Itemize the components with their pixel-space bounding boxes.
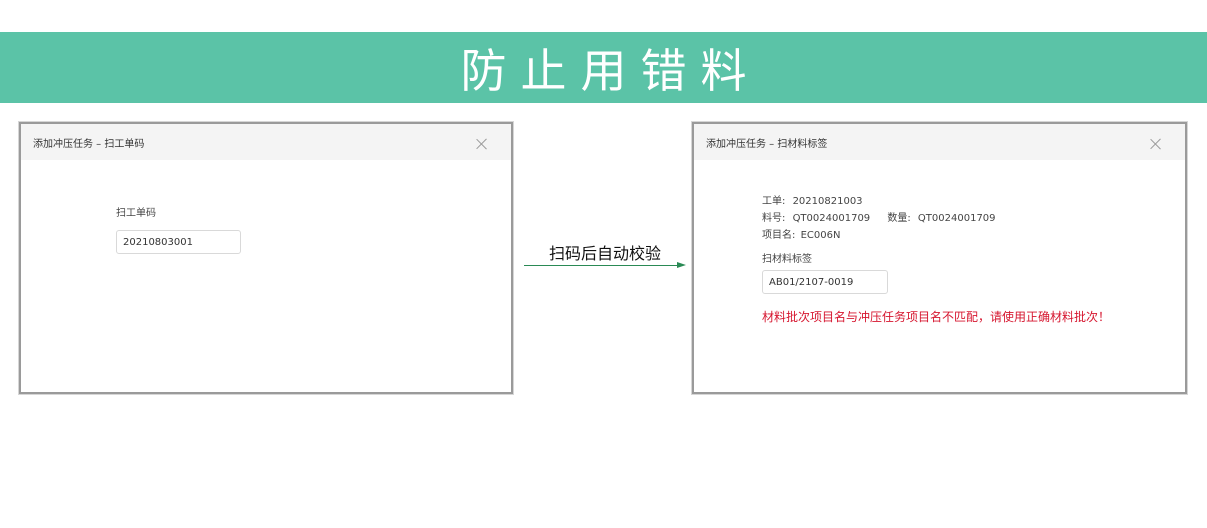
work-order-value: 20210821003 <box>792 196 863 207</box>
part-info: 料号: QT0024001709 数量: QT0024001709 <box>762 209 996 224</box>
project-info: 项目名: EC006N <box>762 226 840 241</box>
material-label-field-label: 扫材料标签 <box>762 254 812 265</box>
work-order-input[interactable] <box>116 230 241 254</box>
part-no-label: 料号: <box>762 213 786 224</box>
dialog-header: 添加冲压任务 – 扫材料标签 <box>694 124 1185 160</box>
arrow-head-icon <box>677 262 686 268</box>
arrow-shaft <box>524 265 678 266</box>
flow-arrow <box>524 262 686 268</box>
close-icon[interactable] <box>1149 137 1163 151</box>
quantity-value: QT0024001709 <box>917 213 996 224</box>
dialog-title: 添加冲压任务 – 扫材料标签 <box>706 138 828 150</box>
title-banner: 防止用错料 <box>0 32 1207 103</box>
dialog-header: 添加冲压任务 – 扫工单码 <box>21 124 511 160</box>
dialog-title: 添加冲压任务 – 扫工单码 <box>33 138 145 150</box>
close-icon[interactable] <box>475 137 489 151</box>
work-order-field-label: 扫工单码 <box>116 208 156 219</box>
scan-work-order-dialog: 添加冲压任务 – 扫工单码 扫工单码 <box>19 122 513 394</box>
banner-title: 防止用错料 <box>460 43 761 98</box>
part-no-value: QT0024001709 <box>792 213 871 224</box>
quantity-label: 数量: <box>887 213 911 224</box>
material-label-input[interactable] <box>762 270 888 294</box>
screenshot-canvas: 防止用错料 添加冲压任务 – 扫工单码 扫工单码 扫码后自动校验 添加冲压任务 … <box>0 0 1207 528</box>
project-label: 项目名: <box>762 230 796 241</box>
work-order-info: 工单: 20210821003 <box>762 192 863 207</box>
validation-error-message: 材料批次项目名与冲压任务项目名不匹配，请使用正确材料批次！ <box>762 310 1111 324</box>
project-value: EC006N <box>800 230 841 241</box>
scan-material-label-dialog: 添加冲压任务 – 扫材料标签 工单: 20210821003 料号: QT002… <box>692 122 1187 394</box>
flow-label: 扫码后自动校验 <box>549 244 662 263</box>
work-order-label: 工单: <box>762 196 786 207</box>
